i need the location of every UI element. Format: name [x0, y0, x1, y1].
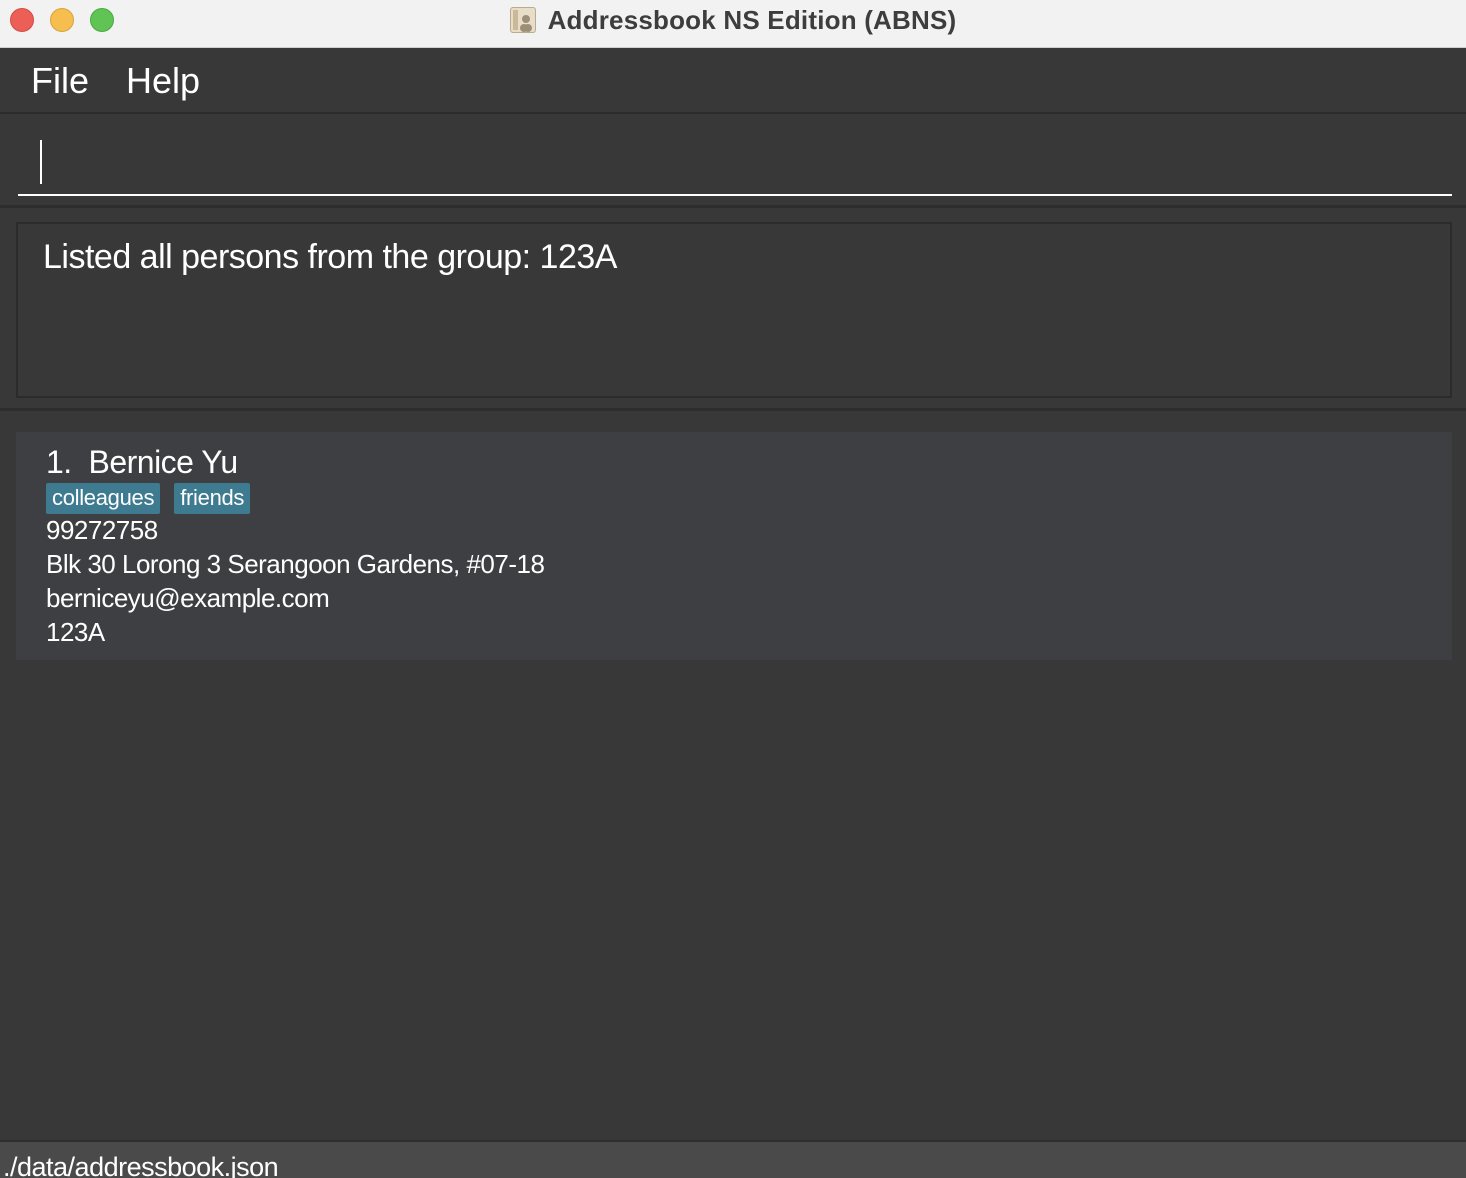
result-message: Listed all persons from the group: 123A — [43, 238, 617, 276]
tag-list: colleagues friends — [46, 483, 251, 514]
menu-file[interactable]: File — [31, 60, 89, 102]
tag-friends: friends — [174, 483, 251, 514]
person-group: 123A — [46, 617, 105, 647]
text-caret — [40, 140, 42, 184]
title-bar[interactable]: Addressbook NS Edition (ABNS) — [0, 0, 1466, 48]
section-divider — [0, 408, 1466, 411]
command-box — [0, 116, 1466, 208]
result-display: Listed all persons from the group: 123A — [16, 222, 1452, 398]
save-location-path: ./data/addressbook.json — [3, 1152, 279, 1178]
app-window: Addressbook NS Edition (ABNS) File Help … — [0, 0, 1466, 1178]
person-list[interactable]: 1. Bernice Yu colleagues friends 9927275… — [16, 432, 1452, 660]
person-name: 1. Bernice Yu — [46, 444, 238, 480]
status-bar: ./data/addressbook.json — [0, 1140, 1466, 1178]
command-input[interactable] — [18, 124, 1452, 196]
menu-help[interactable]: Help — [126, 60, 200, 102]
addressbook-app-icon — [509, 7, 536, 33]
person-phone: 99272758 — [46, 515, 158, 545]
person-address: Blk 30 Lorong 3 Serangoon Gardens, #07-1… — [46, 549, 545, 579]
window-title-group: Addressbook NS Edition (ABNS) — [0, 0, 1466, 40]
window-title: Addressbook NS Edition (ABNS) — [547, 4, 957, 35]
person-email: berniceyu@example.com — [46, 583, 330, 613]
menu-bar: File Help — [0, 48, 1466, 114]
tag-colleagues: colleagues — [46, 483, 161, 514]
person-card[interactable]: 1. Bernice Yu colleagues friends 9927275… — [16, 432, 1452, 660]
